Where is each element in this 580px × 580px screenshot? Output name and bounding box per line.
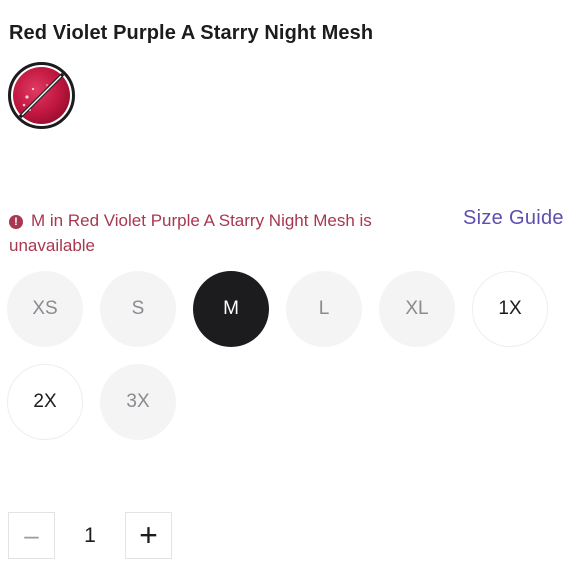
size-option-s[interactable]: S: [100, 271, 176, 347]
size-option-xs[interactable]: XS: [7, 271, 83, 347]
product-options-panel: Red Violet Purple A Starry Night Mesh ! M…: [0, 0, 580, 580]
unavailable-message: ! M in Red Violet Purple A Starry Night M…: [9, 208, 429, 258]
size-guide-link[interactable]: Size Guide: [463, 207, 564, 230]
quantity-value[interactable]: 1: [56, 512, 124, 559]
quantity-increase-button[interactable]: +: [125, 512, 172, 559]
size-option-2x[interactable]: 2X: [7, 364, 83, 440]
color-swatch[interactable]: [8, 62, 75, 129]
quantity-decrease-button[interactable]: –: [8, 512, 55, 559]
unavailable-message-text: M in Red Violet Purple A Starry Night Me…: [9, 211, 372, 255]
size-option-l[interactable]: L: [286, 271, 362, 347]
alert-icon: !: [9, 215, 23, 229]
size-option-3x[interactable]: 3X: [100, 364, 176, 440]
product-title: Red Violet Purple A Starry Night Mesh: [9, 22, 374, 44]
size-option-m[interactable]: M: [193, 271, 269, 347]
size-option-1x[interactable]: 1X: [472, 271, 548, 347]
size-option-xl[interactable]: XL: [379, 271, 455, 347]
starry-night-mesh-swatch-icon: [13, 67, 70, 124]
